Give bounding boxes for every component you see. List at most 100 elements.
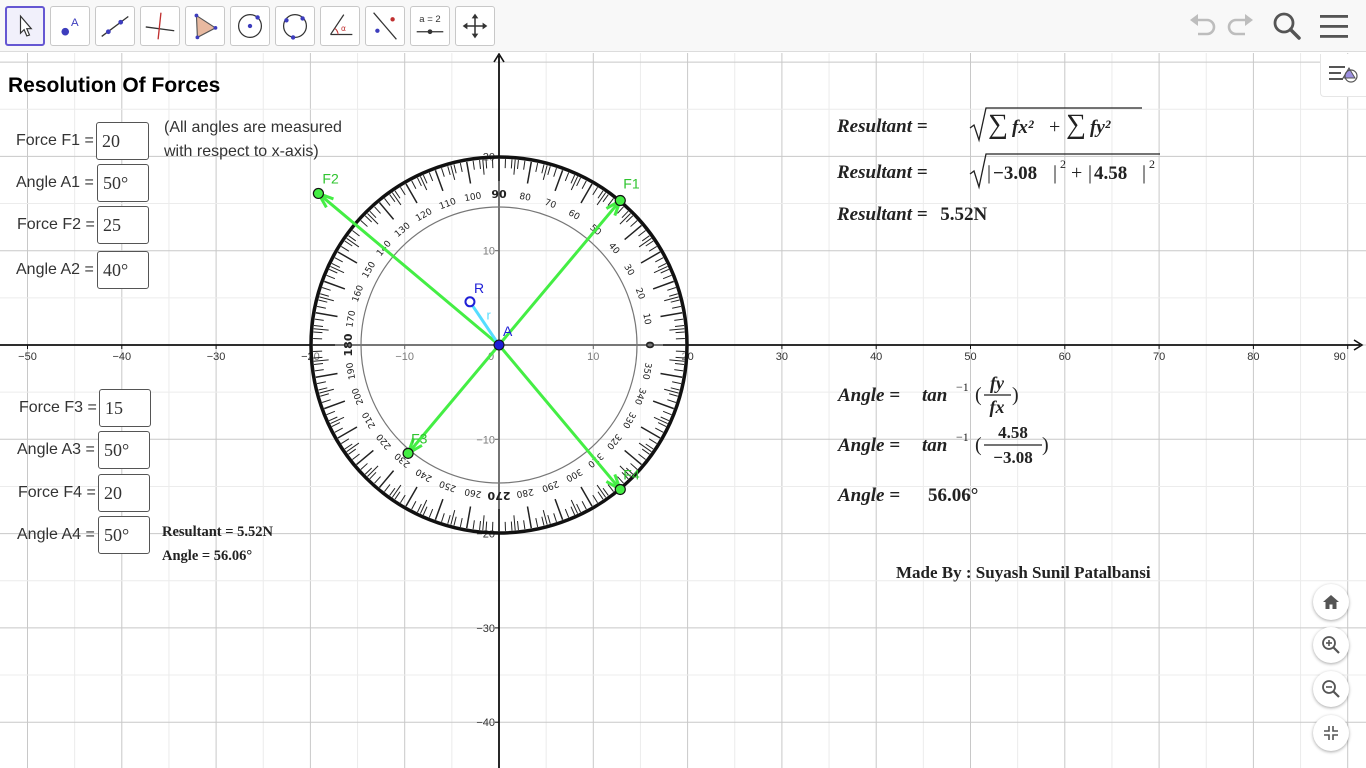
point-tool-label: A bbox=[71, 17, 79, 29]
protractor-degree-label: 180 bbox=[342, 333, 355, 356]
point-tool[interactable]: A bbox=[50, 6, 90, 46]
svg-text:∑: ∑ bbox=[988, 109, 1008, 140]
main-menu-button[interactable] bbox=[1316, 8, 1352, 44]
angle-formula-2-label: Angle = bbox=[837, 435, 900, 456]
zoom-in-icon bbox=[1322, 636, 1340, 654]
force-f4-input[interactable]: 20 bbox=[98, 474, 150, 512]
angle-formula-2-tan: tan bbox=[922, 435, 947, 456]
redo-button[interactable] bbox=[1222, 8, 1258, 44]
svg-text:): ) bbox=[1042, 434, 1049, 456]
style-bar-icon bbox=[1329, 66, 1358, 83]
force-f4-label: F4 bbox=[623, 466, 640, 482]
protractor-tick bbox=[675, 356, 685, 359]
angle-formula-3-label: Angle = bbox=[837, 485, 900, 506]
reflect-icon bbox=[373, 12, 397, 40]
sqrt-sum-expression: ∑ fx² + ∑ fy² bbox=[969, 107, 1142, 143]
exp-fx-text: 2 bbox=[1060, 157, 1066, 171]
force-f1-label: Force F1 = bbox=[16, 132, 94, 149]
home-button[interactable] bbox=[1313, 584, 1349, 620]
summary-angle: Angle = 56.06° bbox=[162, 548, 253, 564]
protractor-degree-label: 90 bbox=[491, 188, 507, 201]
angle-a3-input[interactable]: 50° bbox=[98, 431, 150, 469]
line-tool[interactable] bbox=[95, 6, 135, 46]
angle-a1-label: Angle A1 = bbox=[16, 174, 94, 191]
slider-tool[interactable]: a = 2 bbox=[410, 6, 450, 46]
force-f3-input[interactable]: 15 bbox=[99, 389, 151, 427]
x-tick-label: 80 bbox=[1247, 351, 1259, 363]
angle-icon: α bbox=[329, 14, 353, 36]
svg-text:(: ( bbox=[975, 384, 982, 406]
angle-value: 56.06° bbox=[928, 485, 978, 506]
force-f4-endpoint bbox=[614, 483, 626, 496]
angle-a1-input[interactable]: 50° bbox=[97, 164, 149, 202]
resultant-formula-2-label: Resultant = bbox=[837, 162, 928, 183]
resultant-formula-1-label: Resultant = bbox=[837, 116, 928, 137]
protractor-tick bbox=[485, 159, 488, 169]
move-view-icon bbox=[462, 13, 488, 39]
zoom-in-button[interactable] bbox=[1313, 627, 1349, 663]
exit-fullscreen-button[interactable] bbox=[1313, 715, 1349, 751]
protractor-tick bbox=[313, 356, 323, 359]
exit-fullscreen-icon bbox=[1324, 726, 1338, 740]
svg-text:|: | bbox=[1088, 162, 1092, 184]
angle-a4-label: Angle A4 = bbox=[17, 526, 95, 543]
angle-a4-input[interactable]: 50° bbox=[98, 516, 150, 554]
resultant-formula-3-label: Resultant = bbox=[837, 204, 928, 225]
style-bar-toggle[interactable] bbox=[1320, 54, 1366, 97]
exp-fy-text: 2 bbox=[1149, 157, 1155, 171]
move-tool[interactable] bbox=[5, 6, 45, 46]
force-f3-label: Force F3 = bbox=[19, 399, 97, 416]
circle-center-icon bbox=[237, 13, 263, 39]
circle-three-points-tool[interactable] bbox=[275, 6, 315, 46]
credit-text: Made By : Suyash Sunil Patalbansi bbox=[896, 563, 1151, 582]
sum-fy-text: fy² bbox=[1090, 117, 1112, 138]
resultant-formula-2: Resultant = bbox=[837, 162, 928, 184]
angle-formula-3: Angle = 56.06° bbox=[837, 485, 978, 506]
force-f3-label: F3 bbox=[411, 430, 428, 446]
undo-icon bbox=[1190, 14, 1216, 36]
origin-label: A bbox=[503, 323, 513, 339]
sqrt-abs-expression: | −3.08 | 2 + | 4.58 | 2 bbox=[969, 153, 1160, 190]
angle-formulas: Angle = tan −1 ( fy fx ) Angle = tan −1 … bbox=[837, 373, 1049, 506]
polygon-icon bbox=[194, 13, 218, 40]
protractor-tick bbox=[313, 331, 323, 334]
protractor-tick bbox=[510, 521, 513, 531]
angle-formula-2-inv: −1 bbox=[956, 430, 969, 444]
angle-a3-label: Angle A3 = bbox=[17, 441, 95, 458]
search-icon bbox=[1273, 12, 1301, 40]
angle-formula-1-label: Angle = bbox=[837, 385, 900, 406]
origin-point bbox=[493, 339, 505, 351]
angle-a2-input[interactable]: 40° bbox=[97, 251, 149, 289]
circle-center-point-tool[interactable] bbox=[230, 6, 270, 46]
force-f2-input[interactable]: 25 bbox=[97, 206, 149, 244]
x-tick-label: −30 bbox=[207, 351, 226, 363]
polygon-tool[interactable] bbox=[185, 6, 225, 46]
angle-tool[interactable]: α bbox=[320, 6, 360, 46]
zoom-out-button[interactable] bbox=[1313, 671, 1349, 707]
force-f1-input[interactable]: 20 bbox=[96, 122, 149, 160]
svg-text:∑: ∑ bbox=[1066, 109, 1086, 140]
svg-text:+: + bbox=[1049, 116, 1060, 138]
slider-icon: a = 2 bbox=[416, 14, 444, 35]
resultant-vector-label: r bbox=[486, 307, 491, 322]
svg-text:): ) bbox=[1012, 384, 1019, 406]
svg-text:+: + bbox=[1071, 162, 1082, 184]
x-tick-label: −40 bbox=[112, 351, 131, 363]
svg-text:|: | bbox=[1142, 162, 1146, 184]
undo-button[interactable] bbox=[1185, 8, 1221, 44]
abs-fx-text: −3.08 bbox=[993, 163, 1037, 184]
angle-note-line-2: with respect to x-axis) bbox=[164, 143, 319, 160]
perpendicular-line-tool[interactable] bbox=[140, 6, 180, 46]
toolbar: A α a = 2 bbox=[0, 0, 1366, 52]
angle-formula-1: Angle = tan −1 ( fy fx ) bbox=[837, 373, 1019, 417]
line-icon bbox=[101, 15, 129, 37]
reflect-tool[interactable] bbox=[365, 6, 405, 46]
move-graphics-view-tool[interactable] bbox=[455, 6, 495, 46]
abs-fy-text: 4.58 bbox=[1094, 163, 1127, 184]
x-tick-label: 70 bbox=[1153, 351, 1165, 363]
resultant-formula-1: Resultant = bbox=[837, 116, 928, 138]
angle-note: (All angles are measured with respect to… bbox=[164, 116, 342, 164]
page-title: Resolution Of Forces bbox=[8, 74, 221, 97]
search-button[interactable] bbox=[1269, 8, 1305, 44]
force-f1-endpoint bbox=[614, 194, 626, 207]
